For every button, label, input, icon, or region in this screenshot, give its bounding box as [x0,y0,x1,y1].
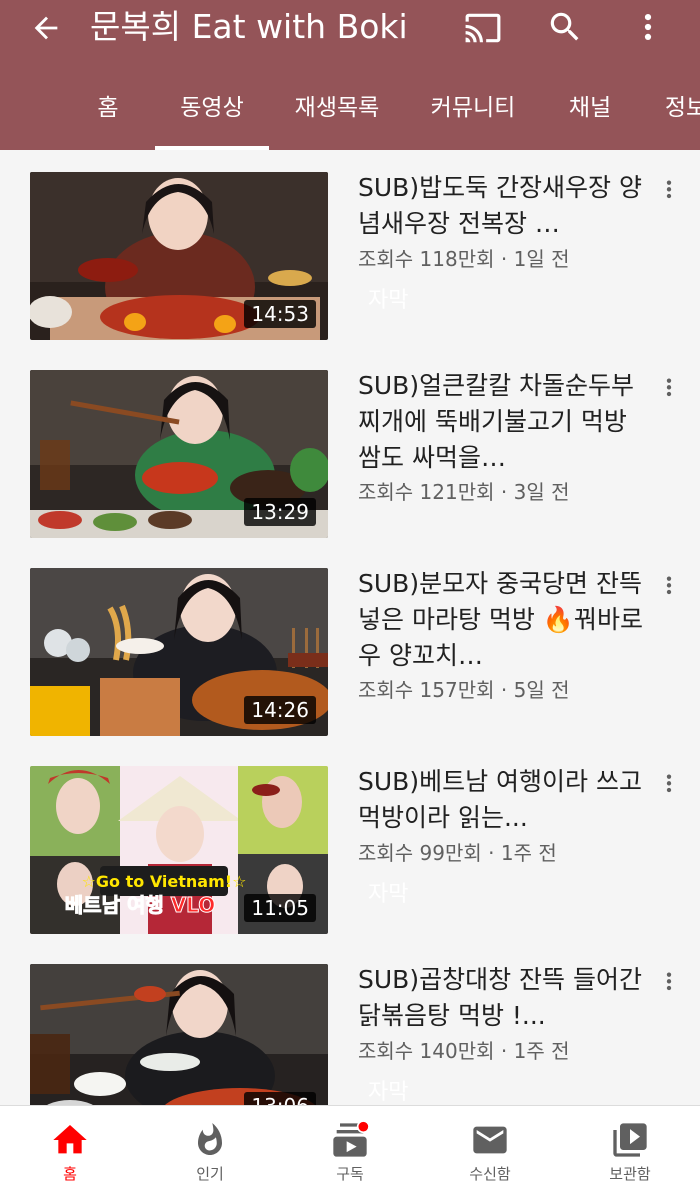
video-meta: 조회수 118만회 · 1일 전 [358,247,570,271]
video-item[interactable]: ☆Go to Vietnam!☆ 베트남 여행 VLO 11:05 SUB)베트… [0,744,700,934]
video-menu-button[interactable] [654,374,684,414]
video-thumbnail[interactable]: 14:26 [30,568,328,736]
video-duration: 14:26 [244,696,316,724]
video-meta: 조회수 99만회 · 1주 전 [358,841,557,865]
more-vert-icon [644,13,652,41]
video-menu-button[interactable] [654,572,684,612]
tab-channels[interactable]: 채널 [566,70,614,150]
more-vert-icon [666,378,672,397]
channel-tabs: 홈 동영상 재생목록 커뮤니티 채널 정보 [0,70,700,150]
search-icon [550,12,579,41]
nav-home[interactable]: 홈 [0,1106,140,1193]
video-meta: 조회수 157만회 · 5일 전 [358,678,570,702]
video-menu-button[interactable] [654,968,684,1008]
search-button[interactable] [542,4,588,50]
nav-inbox-label: 수신함 [469,1165,511,1183]
nav-home-label: 홈 [63,1165,77,1183]
tab-home[interactable]: 홈 [90,70,126,150]
flame-icon [188,1120,232,1160]
caption-badge: 자막 [368,1080,409,1105]
bottom-navigation: 홈 인기 구독 수신함 보관함 [0,1105,700,1193]
video-duration: 13:29 [244,498,316,526]
video-title[interactable]: SUB)베트남 여행이라 쓰고 먹방이라 읽는... [358,764,643,836]
nav-trending-label: 인기 [196,1165,224,1183]
video-thumbnail[interactable]: ☆Go to Vietnam!☆ 베트남 여행 VLO 11:05 [30,766,328,934]
video-item[interactable]: 13:29 SUB)얼큰칼칼 차돌순두부찌개에 뚝배기불고기 먹방 쌈도 싸먹을… [0,348,700,538]
video-duration: 11:05 [244,894,316,922]
video-title[interactable]: SUB)곱창대창 잔뜩 들어간 닭볶음탕 먹방 !... [358,962,643,1034]
video-meta: 조회수 140만회 · 1주 전 [358,1039,570,1063]
tab-videos[interactable]: 동영상 [155,70,269,150]
video-duration: 14:53 [244,300,316,328]
tab-about[interactable]: 정보 [662,70,700,150]
more-vert-icon [666,180,672,199]
video-thumbnail[interactable]: 14:53 [30,172,328,340]
nav-subscriptions-label: 구독 [336,1165,364,1183]
video-item[interactable]: 14:53 SUB)밥도둑 간장새우장 양념새우장 전복장 … 조회수 118만… [0,150,700,340]
video-item[interactable]: 14:26 SUB)분모자 중국당면 잔뜩 넣은 마라탕 먹방 🔥꿔바로우 양꼬… [0,546,700,736]
tab-playlists[interactable]: 재생목록 [290,70,384,150]
cast-icon [465,13,501,43]
nav-subscriptions[interactable]: 구독 [280,1106,420,1193]
more-vert-icon [666,774,672,793]
video-menu-button[interactable] [654,770,684,810]
nav-trending[interactable]: 인기 [140,1106,280,1193]
channel-title: 문복희 Eat with Boki [90,7,408,46]
more-vert-icon [666,972,672,991]
inbox-icon [468,1120,512,1160]
video-title[interactable]: SUB)분모자 중국당면 잔뜩 넣은 마라탕 먹방 🔥꿔바로우 양꼬치… [358,566,643,674]
cast-button[interactable] [458,6,508,50]
caption-badge: 자막 [368,882,409,907]
video-meta: 조회수 121만회 · 3일 전 [358,480,570,504]
nav-library[interactable]: 보관함 [560,1106,700,1193]
library-icon [608,1120,652,1160]
nav-inbox[interactable]: 수신함 [420,1106,560,1193]
thumbnail-caption-2: 베트남 여행 VLO [65,893,215,917]
video-title[interactable]: SUB)얼큰칼칼 차돌순두부찌개에 뚝배기불고기 먹방 쌈도 싸먹을… [358,368,643,476]
video-title[interactable]: SUB)밥도둑 간장새우장 양념새우장 전복장 … [358,170,643,242]
nav-library-label: 보관함 [609,1165,651,1183]
video-menu-button[interactable] [654,176,684,216]
video-thumbnail[interactable]: 13:29 [30,370,328,538]
app-bar-top-row: 문복희 Eat with Boki [0,0,700,56]
more-options-button[interactable] [628,4,668,50]
caption-badge: 자막 [368,288,409,313]
tab-community[interactable]: 커뮤니티 [426,70,520,150]
thumbnail-caption-1: ☆Go to Vietnam!☆ [82,872,247,891]
arrow-back-icon [34,16,58,40]
subscriptions-icon [328,1120,372,1160]
more-vert-icon [666,576,672,595]
home-icon [48,1120,92,1160]
back-button[interactable] [22,6,70,50]
app-bar: 문복희 Eat with Boki 홈 동영상 재생목록 커뮤니티 채널 정보 [0,0,700,150]
video-item[interactable]: 13:06 SUB)곱창대창 잔뜩 들어간 닭볶음탕 먹방 !... 조회수 1… [0,942,700,1132]
